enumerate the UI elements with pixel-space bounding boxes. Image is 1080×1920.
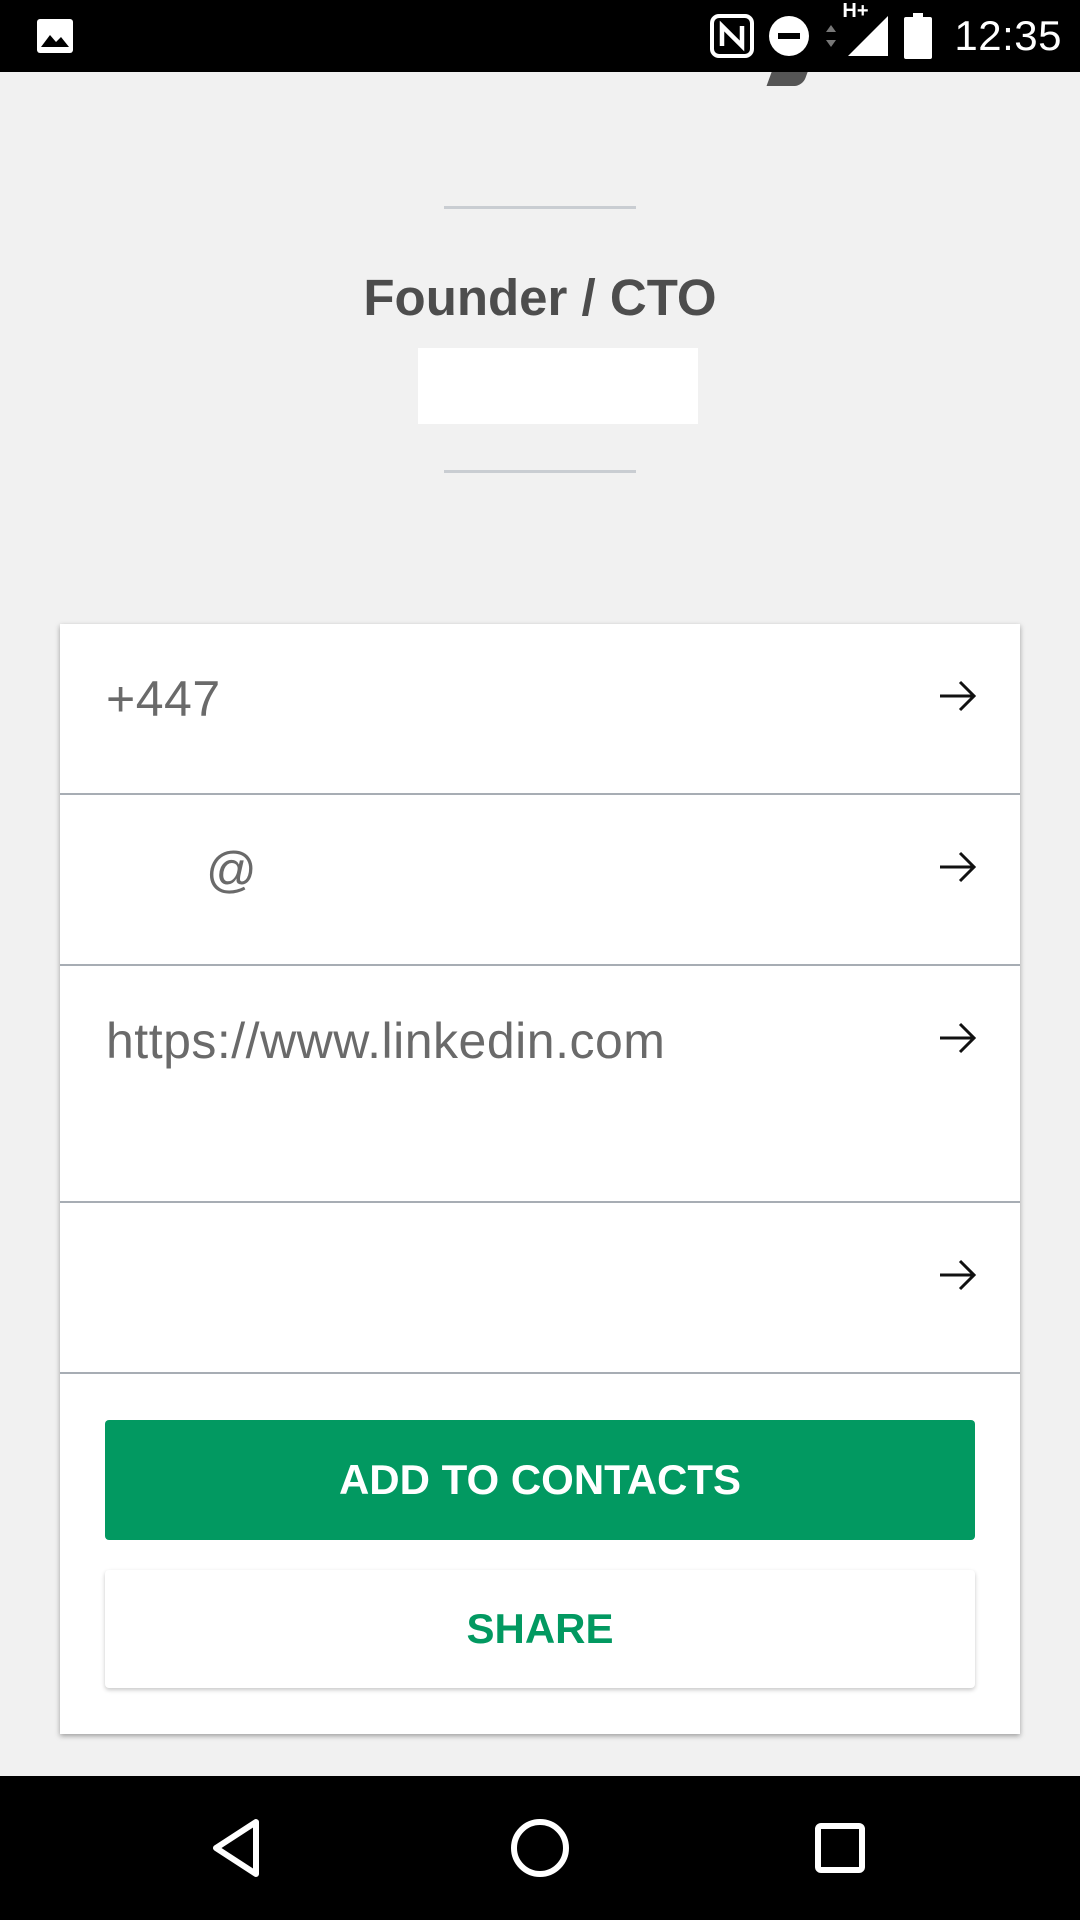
email-value: @ (206, 842, 258, 898)
cropped-name-glyph (766, 72, 814, 86)
add-to-contacts-button[interactable]: ADD TO CONTACTS (105, 1420, 975, 1540)
home-icon[interactable] (504, 1812, 576, 1884)
linkedin-row[interactable]: https://www.linkedin.com (60, 966, 1020, 1203)
phone-row[interactable]: +447 (60, 624, 1020, 795)
job-title: Founder / CTO (363, 269, 717, 326)
status-bar: H+ 12:35 (0, 0, 1080, 72)
do-not-disturb-icon (768, 15, 810, 57)
battery-icon (904, 13, 933, 59)
status-icons: H+ 12:35 (696, 0, 1062, 72)
back-icon[interactable] (204, 1812, 276, 1884)
email-row[interactable]: @ (60, 795, 1020, 966)
arrow-right-icon[interactable] (938, 1020, 978, 1056)
contact-card: +447 @ https://www.linkedin.com ADD TO C… (60, 624, 1020, 1734)
nfc-icon (710, 14, 755, 58)
arrow-right-icon[interactable] (938, 678, 978, 714)
phone-value: +447 (106, 671, 221, 727)
arrow-right-icon[interactable] (938, 849, 978, 885)
network-type-label: H+ (842, 0, 869, 22)
other-row[interactable] (60, 1203, 1020, 1374)
arrow-right-icon[interactable] (938, 1257, 978, 1293)
divider-bottom (444, 470, 636, 473)
navigation-bar (0, 1776, 1080, 1920)
linkedin-value: https://www.linkedin.com (106, 1013, 666, 1069)
image-notification-icon (36, 18, 74, 54)
recent-apps-icon[interactable] (804, 1812, 876, 1884)
contact-page: Founder / CTO +447 @ https://www.linkedi… (0, 72, 1080, 1776)
divider-top (444, 206, 636, 209)
company-name (418, 348, 698, 424)
clock: 12:35 (954, 12, 1062, 59)
data-arrows-icon (824, 21, 838, 51)
hplus-signal-icon: H+ (842, 0, 890, 58)
share-button[interactable]: SHARE (105, 1570, 975, 1688)
